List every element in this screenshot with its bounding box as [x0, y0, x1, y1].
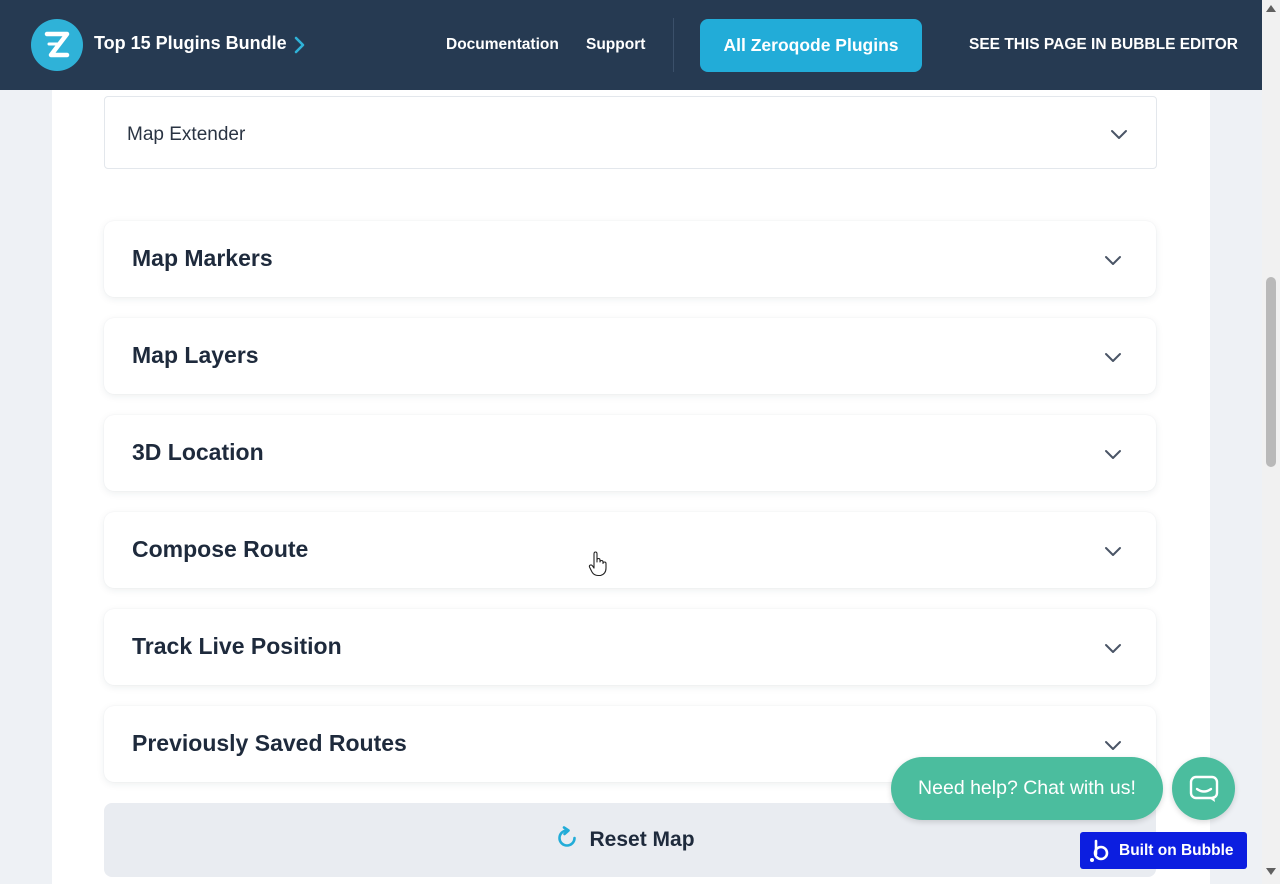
- accordion-map-layers[interactable]: Map Layers: [104, 318, 1156, 394]
- accordion-track-live-position[interactable]: Track Live Position: [104, 609, 1156, 685]
- accordion-3d-location[interactable]: 3D Location: [104, 415, 1156, 491]
- accordion-title: Map Layers: [132, 342, 259, 368]
- hand-cursor-icon: [588, 551, 608, 582]
- accordion-map-markers[interactable]: Map Markers: [104, 221, 1156, 297]
- bubble-editor-link[interactable]: SEE THIS PAGE IN BUBBLE EDITOR: [969, 36, 1238, 54]
- chevron-down-icon: [1104, 350, 1122, 368]
- chevron-right-icon[interactable]: [293, 36, 305, 59]
- brand-title[interactable]: Top 15 Plugins Bundle: [94, 33, 287, 54]
- top-header: Top 15 Plugins Bundle Documentation Supp…: [0, 0, 1262, 90]
- scroll-thumb[interactable]: [1266, 277, 1276, 467]
- nav-divider: [673, 18, 674, 72]
- chevron-down-icon: [1110, 127, 1128, 145]
- chat-launcher[interactable]: [1172, 757, 1235, 820]
- chevron-down-icon: [1104, 544, 1122, 562]
- all-plugins-button[interactable]: All Zeroqode Plugins: [700, 19, 922, 72]
- chevron-down-icon: [1104, 253, 1122, 271]
- bubble-logo-icon: [1090, 839, 1109, 862]
- chat-prompt[interactable]: Need help? Chat with us!: [891, 757, 1163, 820]
- chevron-down-icon: [1104, 447, 1122, 465]
- built-on-bubble-badge[interactable]: Built on Bubble: [1080, 832, 1247, 869]
- zeroqode-logo-icon: [44, 31, 70, 58]
- accordion-compose-route[interactable]: Compose Route: [104, 512, 1156, 588]
- accordion-title: Compose Route: [132, 536, 309, 562]
- chevron-down-icon: [1104, 641, 1122, 659]
- scroll-down-arrow-icon[interactable]: [1266, 868, 1276, 875]
- refresh-icon: [555, 825, 579, 855]
- accordion-title: 3D Location: [132, 439, 264, 465]
- page-scrollbar[interactable]: [1262, 0, 1280, 884]
- nav-support[interactable]: Support: [586, 36, 645, 54]
- nav-documentation[interactable]: Documentation: [446, 36, 559, 54]
- accordion-title: Map Markers: [132, 245, 273, 271]
- plugin-select-value: Map Extender: [127, 124, 246, 145]
- accordion-title: Previously Saved Routes: [132, 730, 407, 756]
- built-on-bubble-label: Built on Bubble: [1119, 841, 1234, 859]
- zeroqode-logo[interactable]: [31, 19, 83, 71]
- chat-icon: [1189, 775, 1218, 802]
- plugin-select[interactable]: Map Extender: [104, 96, 1157, 169]
- accordion-title: Track Live Position: [132, 633, 342, 659]
- chevron-down-icon: [1104, 738, 1122, 756]
- reset-map-label: Reset Map: [589, 828, 695, 851]
- scroll-up-arrow-icon[interactable]: [1266, 5, 1276, 12]
